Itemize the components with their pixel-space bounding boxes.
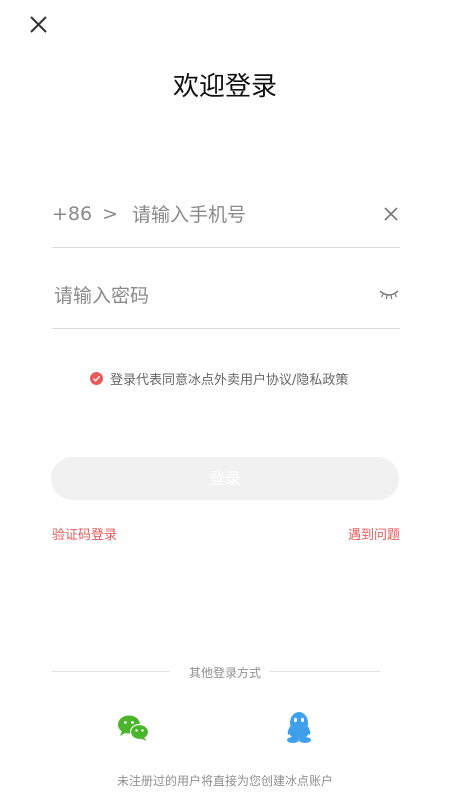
sms-login-link[interactable]: 验证码登录 <box>52 524 117 543</box>
page-title: 欢迎登录 <box>172 72 277 102</box>
other-login-label: 其他登录方式 <box>0 664 450 681</box>
clear-phone-button[interactable] <box>382 205 400 223</box>
password-input[interactable] <box>52 280 356 312</box>
toggle-password-visibility-button[interactable] <box>378 286 400 300</box>
help-link[interactable]: 遇到问题 <box>348 524 400 543</box>
agreement-text[interactable]: 登录代表同意冰点外卖用户协议/隐私政策 <box>110 369 348 388</box>
close-button[interactable] <box>22 8 54 40</box>
country-code-arrow: > <box>102 203 119 225</box>
login-button[interactable]: 登录 <box>51 457 399 500</box>
country-code: +86 <box>52 203 93 225</box>
agreement-row: 登录代表同意冰点外卖用户协议/隐私政策 <box>90 369 348 388</box>
close-icon <box>30 16 47 33</box>
eye-closed-icon <box>379 290 399 300</box>
wechat-icon <box>118 715 150 741</box>
phone-field-row: +86 > <box>52 195 400 248</box>
phone-input[interactable] <box>130 199 364 231</box>
wechat-login-button[interactable] <box>117 714 150 742</box>
agreement-checkbox[interactable] <box>90 371 103 385</box>
footer-note: 未注册过的用户将直接为您创建冰点账户 <box>116 774 333 788</box>
clear-icon <box>384 207 398 221</box>
check-icon <box>93 375 101 382</box>
password-field-row <box>52 276 400 329</box>
country-code-selector[interactable]: +86 > <box>52 203 118 225</box>
qq-icon <box>287 712 311 743</box>
qq-login-button[interactable] <box>283 710 315 744</box>
